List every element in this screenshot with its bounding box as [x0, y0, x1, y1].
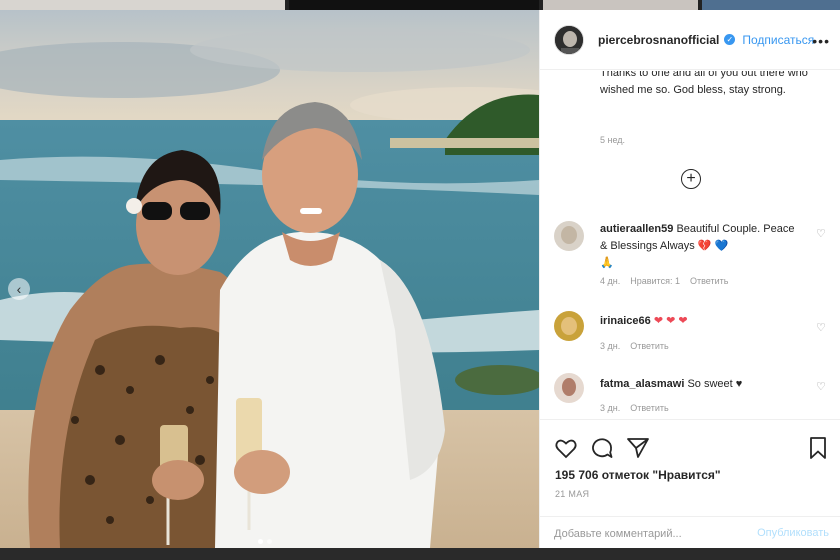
- post-date[interactable]: 21 МАЯ: [555, 489, 589, 499]
- post-side-panel: piercebrosnanofficial ✓ Подписаться ••• …: [539, 10, 840, 548]
- reply-button[interactable]: Ответить: [690, 276, 728, 286]
- comment-body: autieraallen59 Beautiful Couple. Peace &…: [600, 221, 800, 272]
- post-photo[interactable]: ‹: [0, 10, 539, 548]
- comment-like-icon[interactable]: ♡: [816, 321, 828, 334]
- heart-red-icon: ❤: [653, 315, 664, 327]
- comments-list[interactable]: Thanks to one and all of you out there w…: [540, 71, 840, 419]
- share-direct-icon[interactable]: [626, 436, 652, 462]
- background-feed-strip: [0, 0, 840, 10]
- carousel-dot-active: [258, 539, 263, 544]
- author-avatar[interactable]: [554, 24, 584, 55]
- reply-button[interactable]: Ответить: [630, 341, 668, 351]
- comment-bubble-icon[interactable]: [590, 436, 616, 462]
- heart-broken-red-icon: 💔: [697, 240, 712, 252]
- background-feed-strip-bottom: [0, 548, 840, 560]
- like-heart-icon[interactable]: [554, 436, 580, 462]
- comment-time[interactable]: 4 дн.: [600, 276, 620, 286]
- add-comment-bar: Опубликовать: [540, 516, 840, 549]
- comment-body: irinaice66 ❤ ❤ ❤: [600, 313, 800, 330]
- comment-time[interactable]: 3 дн.: [600, 341, 620, 351]
- comment-likes[interactable]: Нравится: 1: [630, 276, 680, 286]
- comment-input[interactable]: [554, 525, 744, 543]
- comment-username[interactable]: fatma_alasmawi: [600, 378, 684, 390]
- post-header: piercebrosnanofficial ✓ Подписаться •••: [540, 10, 840, 70]
- instagram-post-modal: ‹ piercebrosnanofficial ✓ Подписаться ••…: [0, 0, 840, 560]
- caption-text: Thanks to one and all of you out there w…: [600, 71, 808, 96]
- post-actions: 195 706 отметок "Нравится" 21 МАЯ Опубли…: [540, 419, 840, 548]
- load-more-comments-icon[interactable]: +: [681, 169, 701, 189]
- heart-blue-icon: 💙: [714, 240, 729, 252]
- comment-meta: 3 дн. Ответить: [600, 341, 669, 351]
- comment-text: So sweet ♥: [687, 378, 743, 390]
- comment-time[interactable]: 3 дн.: [600, 403, 620, 413]
- reply-button[interactable]: Ответить: [630, 403, 668, 413]
- heart-red-icon: ❤: [678, 315, 688, 327]
- comment-like-icon[interactable]: ♡: [816, 380, 828, 393]
- likes-count[interactable]: 195 706 отметок "Нравится": [555, 468, 721, 482]
- beach-couple-photo: [0, 10, 539, 548]
- comment-username[interactable]: irinaice66: [600, 315, 651, 327]
- commenter-avatar[interactable]: [554, 221, 584, 251]
- caption-timestamp[interactable]: 5 нед.: [600, 135, 625, 145]
- heart-red-icon: ❤: [666, 315, 676, 327]
- comment-item: fatma_alasmawi So sweet ♥ 3 дн. Ответить…: [554, 373, 834, 419]
- author-username[interactable]: piercebrosnanofficial: [598, 33, 719, 47]
- commenter-avatar[interactable]: [554, 373, 584, 403]
- comment-username[interactable]: autieraallen59: [600, 223, 673, 235]
- more-options-icon[interactable]: •••: [812, 33, 830, 49]
- carousel-prev-button[interactable]: ‹: [8, 278, 30, 300]
- carousel-dot: [267, 539, 272, 544]
- comment-item: autieraallen59 Beautiful Couple. Peace &…: [554, 221, 834, 301]
- comment-body: fatma_alasmawi So sweet ♥: [600, 376, 800, 393]
- comment-meta: 3 дн. Ответить: [600, 403, 669, 413]
- comment-meta: 4 дн. Нравится: 1 Ответить: [600, 276, 728, 286]
- comment-like-icon[interactable]: ♡: [816, 227, 828, 240]
- carousel-dots: [258, 539, 272, 544]
- bookmark-icon[interactable]: [806, 436, 832, 462]
- commenter-avatar[interactable]: [554, 311, 584, 341]
- publish-button[interactable]: Опубликовать: [757, 527, 829, 539]
- comment-item: irinaice66 ❤ ❤ ❤ 3 дн. Ответить ♡: [554, 311, 834, 361]
- follow-button[interactable]: Подписаться: [742, 33, 814, 47]
- praying-hands-icon: 🙏: [600, 257, 614, 269]
- verified-badge-icon: ✓: [724, 34, 736, 45]
